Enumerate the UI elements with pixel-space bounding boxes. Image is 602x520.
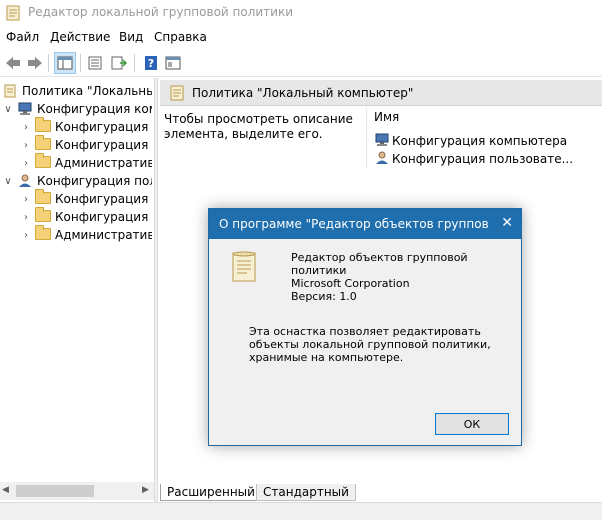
folder-icon bbox=[35, 207, 51, 224]
title-bar: Редактор локальной групповой политики bbox=[0, 0, 602, 26]
chevron-right-icon[interactable]: › bbox=[20, 158, 32, 169]
menu-view[interactable]: Вид bbox=[119, 30, 143, 44]
list-item-label: Конфигурация пользовате... bbox=[392, 152, 574, 166]
tree-pane[interactable]: Политика "Локальный компьютер" ∨ Конфигу… bbox=[0, 78, 152, 482]
tree-label: Конфигурация компьютера bbox=[37, 102, 152, 116]
tree-label: Конфигурация пользователя bbox=[37, 174, 152, 188]
help-icon[interactable]: ? bbox=[140, 52, 162, 74]
view-icon[interactable] bbox=[162, 52, 184, 74]
description-text: Чтобы просмотреть описание элемента, выд… bbox=[164, 112, 353, 141]
toolbar-separator bbox=[80, 54, 81, 72]
scroll-left-icon[interactable]: ◀ bbox=[2, 485, 9, 495]
chevron-right-icon[interactable]: › bbox=[20, 212, 32, 223]
right-pane-title: Политика "Локальный компьютер" bbox=[192, 86, 414, 100]
properties-icon[interactable] bbox=[84, 52, 106, 74]
list-item-label: Конфигурация компьютера bbox=[392, 134, 568, 148]
folder-icon bbox=[35, 117, 51, 134]
gpedit-app-icon bbox=[6, 5, 20, 24]
tree-item[interactable]: › Конфигурация Windows bbox=[20, 135, 152, 154]
folder-icon bbox=[35, 225, 51, 242]
menu-help[interactable]: Справка bbox=[154, 30, 207, 44]
computer-icon bbox=[374, 133, 390, 150]
tree-item[interactable]: › Административные шаблоны bbox=[20, 225, 152, 244]
policy-scroll-icon bbox=[170, 85, 184, 104]
tree-user-config[interactable]: ∨ Конфигурация пользователя bbox=[2, 172, 152, 190]
pane-splitter[interactable] bbox=[154, 78, 158, 503]
version-text: Версия: 1.0 bbox=[291, 290, 357, 303]
folder-icon bbox=[35, 135, 51, 152]
description-note: Эта оснастка позволяет редактировать объ… bbox=[249, 325, 491, 364]
scroll-right-icon[interactable]: ▶ bbox=[142, 485, 149, 495]
policy-scroll-icon bbox=[229, 251, 259, 286]
user-icon bbox=[374, 151, 390, 168]
tree-label: Административные шаблоны bbox=[55, 228, 152, 242]
toolbar-separator bbox=[134, 54, 135, 72]
chevron-down-icon[interactable]: ∨ bbox=[2, 104, 14, 115]
list-item[interactable]: Конфигурация компьютера bbox=[374, 132, 567, 150]
tree-label: Конфигурация программ bbox=[55, 120, 152, 134]
tree-item[interactable]: › Административные шаблоны bbox=[20, 153, 152, 172]
tree-label: Конфигурация Windows bbox=[55, 210, 152, 224]
name-column-header[interactable]: Имя bbox=[374, 110, 399, 124]
tree-item[interactable]: › Конфигурация программ bbox=[20, 189, 152, 208]
back-arrow-icon[interactable] bbox=[2, 52, 24, 74]
folder-icon bbox=[35, 189, 51, 206]
user-icon bbox=[17, 174, 33, 188]
tree-root[interactable]: Политика "Локальный компьютер" bbox=[2, 82, 152, 100]
export-list-icon[interactable] bbox=[108, 52, 130, 74]
show-tree-icon[interactable] bbox=[54, 52, 76, 74]
product-name: Редактор объектов групповой политики bbox=[291, 251, 468, 277]
chevron-right-icon[interactable]: › bbox=[20, 230, 32, 241]
product-info: Редактор объектов групповой политики Mic… bbox=[291, 251, 491, 303]
about-dialog: О программе "Редактор объектов групповой… bbox=[208, 208, 522, 446]
chevron-right-icon[interactable]: › bbox=[20, 122, 32, 133]
chevron-down-icon[interactable]: ∨ bbox=[2, 176, 14, 187]
tree-root-label: Политика "Локальный компьютер" bbox=[22, 84, 152, 98]
forward-arrow-icon[interactable] bbox=[24, 52, 46, 74]
scrollbar-thumb[interactable] bbox=[16, 485, 94, 497]
toolbar: ? bbox=[0, 50, 602, 76]
tree-item[interactable]: › Конфигурация программ bbox=[20, 117, 152, 136]
tab-standard[interactable]: Стандартный bbox=[256, 484, 356, 501]
svg-text:?: ? bbox=[148, 57, 154, 70]
close-icon[interactable]: ✕ bbox=[501, 215, 513, 231]
menu-file[interactable]: Файл bbox=[6, 30, 39, 44]
right-pane-header: Политика "Локальный компьютер" bbox=[160, 80, 602, 106]
window-title: Редактор локальной групповой политики bbox=[28, 5, 294, 19]
tree-label: Административные шаблоны bbox=[55, 156, 152, 170]
tree-label: Конфигурация программ bbox=[55, 192, 152, 206]
tree-label: Конфигурация Windows bbox=[55, 138, 152, 152]
tree-item[interactable]: › Конфигурация Windows bbox=[20, 207, 152, 226]
computer-icon bbox=[17, 102, 33, 116]
toolbar-separator bbox=[48, 54, 49, 72]
tab-extended[interactable]: Расширенный bbox=[160, 484, 262, 501]
column-divider bbox=[366, 108, 367, 168]
tree-computer-config[interactable]: ∨ Конфигурация компьютера bbox=[2, 100, 152, 118]
menu-bar: Файл Действие Вид Справка bbox=[0, 28, 602, 48]
folder-icon bbox=[35, 153, 51, 170]
toolbar-divider bbox=[0, 76, 602, 77]
company-name: Microsoft Corporation bbox=[291, 277, 410, 290]
ok-button[interactable]: ОК bbox=[435, 413, 509, 435]
chevron-right-icon[interactable]: › bbox=[20, 140, 32, 151]
menu-action[interactable]: Действие bbox=[50, 30, 110, 44]
view-tabs: Расширенный Стандартный bbox=[160, 482, 602, 502]
status-bar bbox=[0, 502, 602, 520]
tree-horizontal-scrollbar[interactable]: ◀ ▶ bbox=[0, 482, 154, 500]
policy-scroll-icon bbox=[2, 84, 18, 98]
dialog-title-bar: О программе "Редактор объектов групповой… bbox=[209, 209, 521, 239]
chevron-right-icon[interactable]: › bbox=[20, 194, 32, 205]
dialog-title: О программе "Редактор объектов групповой… bbox=[219, 217, 489, 231]
list-item[interactable]: Конфигурация пользовате... bbox=[374, 150, 573, 168]
